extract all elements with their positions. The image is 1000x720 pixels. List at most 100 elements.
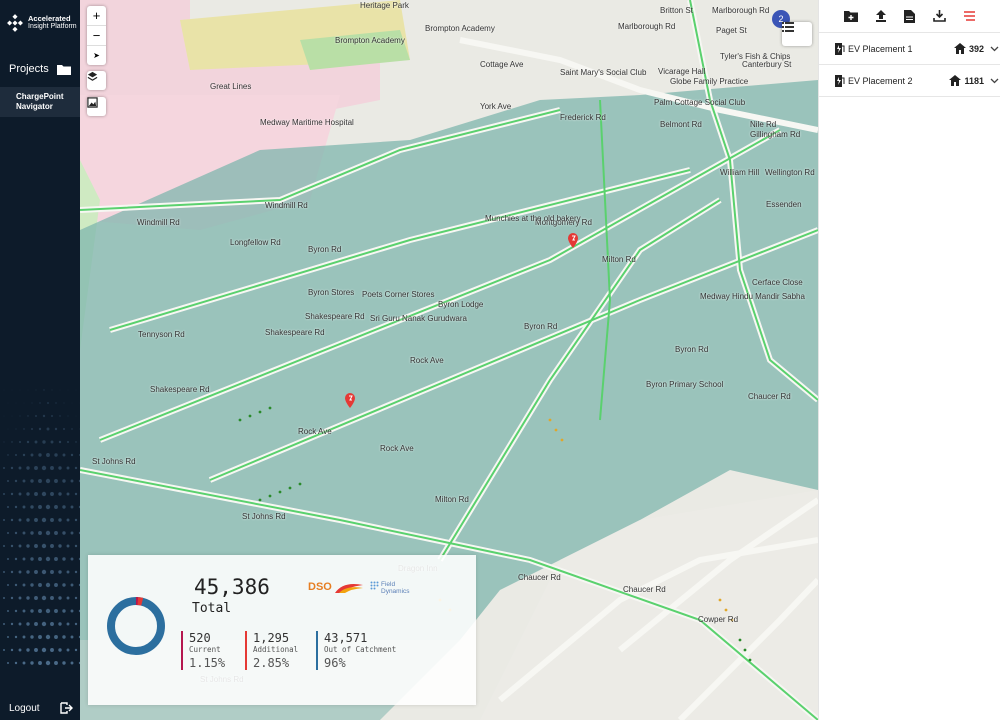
right-panel: EV Placement 1 392 EV Placement 2 1181 bbox=[818, 0, 1000, 720]
map-label: Gillingham Rd bbox=[750, 130, 801, 139]
upload-icon[interactable] bbox=[875, 10, 887, 22]
logout-button[interactable]: Logout bbox=[9, 702, 73, 714]
legend-list-button[interactable] bbox=[782, 22, 812, 46]
map-label: Poets Corner Stores bbox=[362, 290, 435, 299]
map-label: Byron Stores bbox=[308, 288, 355, 297]
map-label: Canterbury St bbox=[742, 60, 792, 69]
zoom-out-button[interactable]: − bbox=[87, 26, 106, 46]
map-label: Sri Guru Nanak Gurudwara bbox=[370, 314, 467, 323]
map-label: Vicarage Hall bbox=[658, 67, 706, 76]
brand-logo-icon bbox=[7, 14, 23, 32]
placement-count: 1181 bbox=[964, 75, 984, 86]
zoom-in-button[interactable]: + bbox=[87, 6, 106, 26]
home-icon bbox=[949, 75, 962, 86]
map-label: Byron Rd bbox=[308, 245, 342, 254]
map-label: Cottage Ave bbox=[480, 60, 524, 69]
stat-current: 520 Current 1.15% bbox=[181, 631, 225, 670]
zoom-control: + − ➤ bbox=[87, 6, 106, 65]
map-label: St Johns Rd bbox=[242, 512, 286, 521]
compass-button[interactable]: ➤ bbox=[87, 46, 106, 65]
map-label: Cerface Close bbox=[752, 278, 803, 287]
map-view[interactable]: Heritage Park Brompton Academy Brompton Ac… bbox=[80, 0, 818, 720]
brand-line1: Accelerated bbox=[28, 14, 71, 23]
catchment-donut bbox=[107, 597, 165, 655]
map-label: Byron Lodge bbox=[438, 300, 484, 309]
brand-line2: Insight Platform bbox=[28, 23, 77, 30]
map-label: Medway Maritime Hospital bbox=[260, 118, 354, 127]
document-icon[interactable] bbox=[904, 9, 916, 23]
layers-icon bbox=[87, 71, 98, 81]
map-label: Tennyson Rd bbox=[138, 330, 185, 339]
folder-icon bbox=[56, 64, 71, 75]
stat-additional: 1,295 Additional 2.85% bbox=[245, 631, 298, 670]
projects-menu[interactable]: Projects bbox=[9, 63, 71, 75]
map-label: Wellington Rd bbox=[765, 168, 815, 177]
map-label: Milton Rd bbox=[435, 495, 469, 504]
map-label: Brompton Academy bbox=[335, 36, 405, 45]
toolbar bbox=[819, 0, 1000, 32]
map-label: Byron Rd bbox=[675, 345, 709, 354]
map-label: Globe Family Practice bbox=[670, 77, 749, 86]
map-label: Rock Ave bbox=[380, 444, 414, 453]
dso-logo: DSO bbox=[308, 581, 332, 593]
map-label: Shakespeare Rd bbox=[305, 312, 365, 321]
stat-additional-value: 1,295 bbox=[253, 631, 290, 645]
total-label: Total bbox=[192, 601, 232, 616]
map-label: Cowper Rd bbox=[698, 615, 739, 624]
map-label: Paget St bbox=[716, 26, 747, 35]
stat-current-percent: 1.15% bbox=[189, 656, 226, 670]
stat-current-value: 520 bbox=[189, 631, 211, 645]
basemap-button[interactable] bbox=[87, 97, 106, 116]
placement-row[interactable]: EV Placement 2 1181 bbox=[819, 65, 1000, 97]
map-label: Chaucer Rd bbox=[518, 573, 561, 582]
stat-current-label: Current bbox=[189, 645, 221, 654]
map-label: Medway Hindu Mandir Sabha bbox=[700, 292, 805, 301]
list-icon bbox=[782, 22, 794, 32]
download-icon[interactable] bbox=[933, 10, 946, 22]
map-label: Chaucer Rd bbox=[623, 585, 666, 594]
map-label: Byron Primary School bbox=[646, 380, 724, 389]
ev-charger-icon bbox=[835, 74, 845, 87]
decorative-dots bbox=[3, 389, 80, 666]
stat-out-label: Out of Catchment bbox=[324, 645, 397, 654]
stat-out-percent: 96% bbox=[324, 656, 346, 670]
stat-out-of-catchment: 43,571 Out of Catchment 96% bbox=[316, 631, 396, 670]
sidebar: Accelerated Insight Platform Projects Ch… bbox=[0, 0, 80, 720]
map-label: Britton St bbox=[660, 6, 693, 15]
field-dynamics-logo: Field Dynamics bbox=[370, 581, 410, 595]
map-label: Windmill Rd bbox=[265, 201, 308, 210]
map-label: Great Lines bbox=[210, 82, 252, 91]
brand-text: Accelerated Insight Platform bbox=[28, 15, 77, 31]
layers-button[interactable] bbox=[87, 71, 106, 90]
map-label: Nile Rd bbox=[750, 120, 777, 129]
placement-label: EV Placement 1 bbox=[848, 43, 913, 54]
placement-row[interactable]: EV Placement 1 392 bbox=[819, 32, 1000, 65]
map-label: Rock Ave bbox=[298, 427, 332, 436]
menu-icon[interactable] bbox=[963, 11, 976, 21]
add-folder-icon[interactable] bbox=[843, 10, 858, 22]
map-label: Tyler's Fish & Chips bbox=[720, 52, 791, 61]
map-label: Marlborough Rd bbox=[618, 22, 676, 31]
chevron-down-icon[interactable] bbox=[990, 78, 999, 84]
home-icon bbox=[953, 43, 966, 54]
map-label: Belmont Rd bbox=[660, 120, 702, 129]
map-label: Marlborough Rd bbox=[712, 6, 770, 15]
map-label: Palm Cottage Social Club bbox=[654, 98, 746, 107]
chevron-down-icon[interactable] bbox=[990, 46, 999, 52]
map-label: Milton Rd bbox=[602, 255, 636, 264]
stat-additional-percent: 2.85% bbox=[253, 656, 290, 670]
field-dynamics-icon bbox=[370, 581, 379, 590]
map-label: Byron Rd bbox=[524, 322, 558, 331]
stat-additional-label: Additional bbox=[253, 645, 299, 654]
projects-label: Projects bbox=[9, 63, 49, 75]
map-label: York Ave bbox=[480, 102, 512, 111]
placement-count: 392 bbox=[968, 43, 984, 54]
map-label: Windmill Rd bbox=[137, 218, 180, 227]
partner-logo-icon bbox=[335, 584, 363, 593]
project-item-chargepoint[interactable]: ChargePoint Navigator bbox=[0, 87, 80, 117]
total-value: 45,386 bbox=[194, 575, 270, 599]
placement-list: EV Placement 1 392 EV Placement 2 1181 bbox=[819, 32, 1000, 97]
placement-label: EV Placement 2 bbox=[848, 75, 913, 86]
map-label: St Johns Rd bbox=[92, 457, 136, 466]
project-item-label: ChargePoint Navigator bbox=[16, 92, 64, 111]
